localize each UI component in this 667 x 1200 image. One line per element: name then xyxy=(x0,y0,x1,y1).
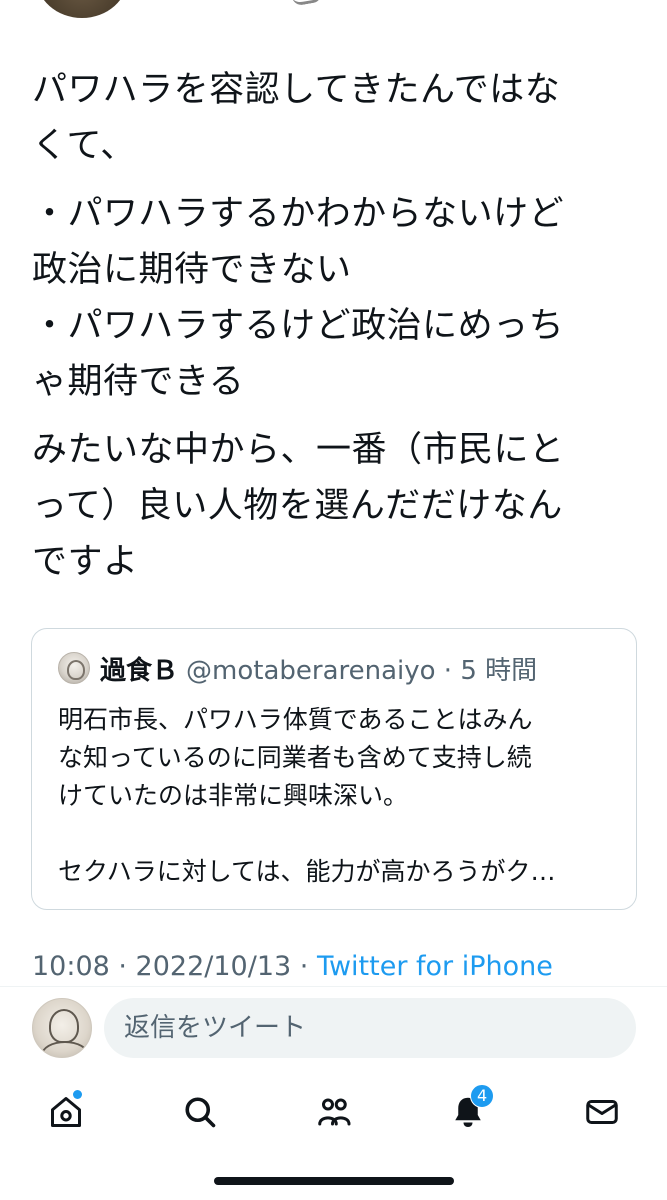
quote-author-meta: @motaberarenaiyo · 5 時間 xyxy=(186,655,538,686)
tweet-paragraph-3: みたいな中から、一番（市民にと って）良い人物を選んだだけなん ですよ xyxy=(32,430,565,582)
home-indicator xyxy=(214,1177,454,1185)
search-icon xyxy=(185,1097,216,1128)
home-unread-dot xyxy=(73,1090,82,1099)
tab-home[interactable] xyxy=(44,1090,88,1134)
author-name-fragment xyxy=(291,0,323,7)
quote-header: 過食Ｂ @motaberarenaiyo · 5 時間 xyxy=(58,651,538,686)
tab-search[interactable] xyxy=(178,1090,222,1134)
user-avatar[interactable] xyxy=(32,998,92,1058)
messages-icon xyxy=(586,1100,618,1124)
reply-input[interactable] xyxy=(104,998,636,1058)
source-link[interactable]: Twitter for iPhone xyxy=(317,951,553,982)
tweet-timestamp: 10:08 · 2022/10/13 · Twitter for iPhone xyxy=(32,951,553,982)
tab-messages[interactable] xyxy=(580,1090,624,1134)
divider xyxy=(0,986,667,987)
quote-author-name: 過食Ｂ xyxy=(100,655,179,686)
bottom-tab-bar: 4 xyxy=(0,1076,667,1146)
quote-tweet-card[interactable]: 過食Ｂ @motaberarenaiyo · 5 時間 明石市長、パワハラ体質で… xyxy=(31,628,637,910)
tweet-paragraph-2: ・パワハラするかわからないけど 政治に期待できない ・パワハラするけど政治にめっ… xyxy=(32,194,565,402)
tab-notifications[interactable]: 4 xyxy=(446,1084,495,1134)
quote-avatar xyxy=(58,652,90,684)
tab-communities[interactable] xyxy=(312,1090,356,1134)
author-avatar[interactable] xyxy=(36,0,128,18)
quote-text: 明石市長、パワハラ体質であることはみん な知っているのに同業者も含めて支持し続 … xyxy=(58,705,556,886)
home-icon xyxy=(51,1097,81,1127)
communities-icon xyxy=(318,1098,351,1126)
tweet-text: パワハラを容認してきたんではな くて、 ・パワハラするかわからないけど 政治に期… xyxy=(32,62,637,590)
notifications-badge: 4 xyxy=(470,1084,495,1108)
tweet-paragraph-1: パワハラを容認してきたんではな くて、 xyxy=(32,70,561,166)
timestamp-text: 10:08 · 2022/10/13 · xyxy=(32,951,317,982)
